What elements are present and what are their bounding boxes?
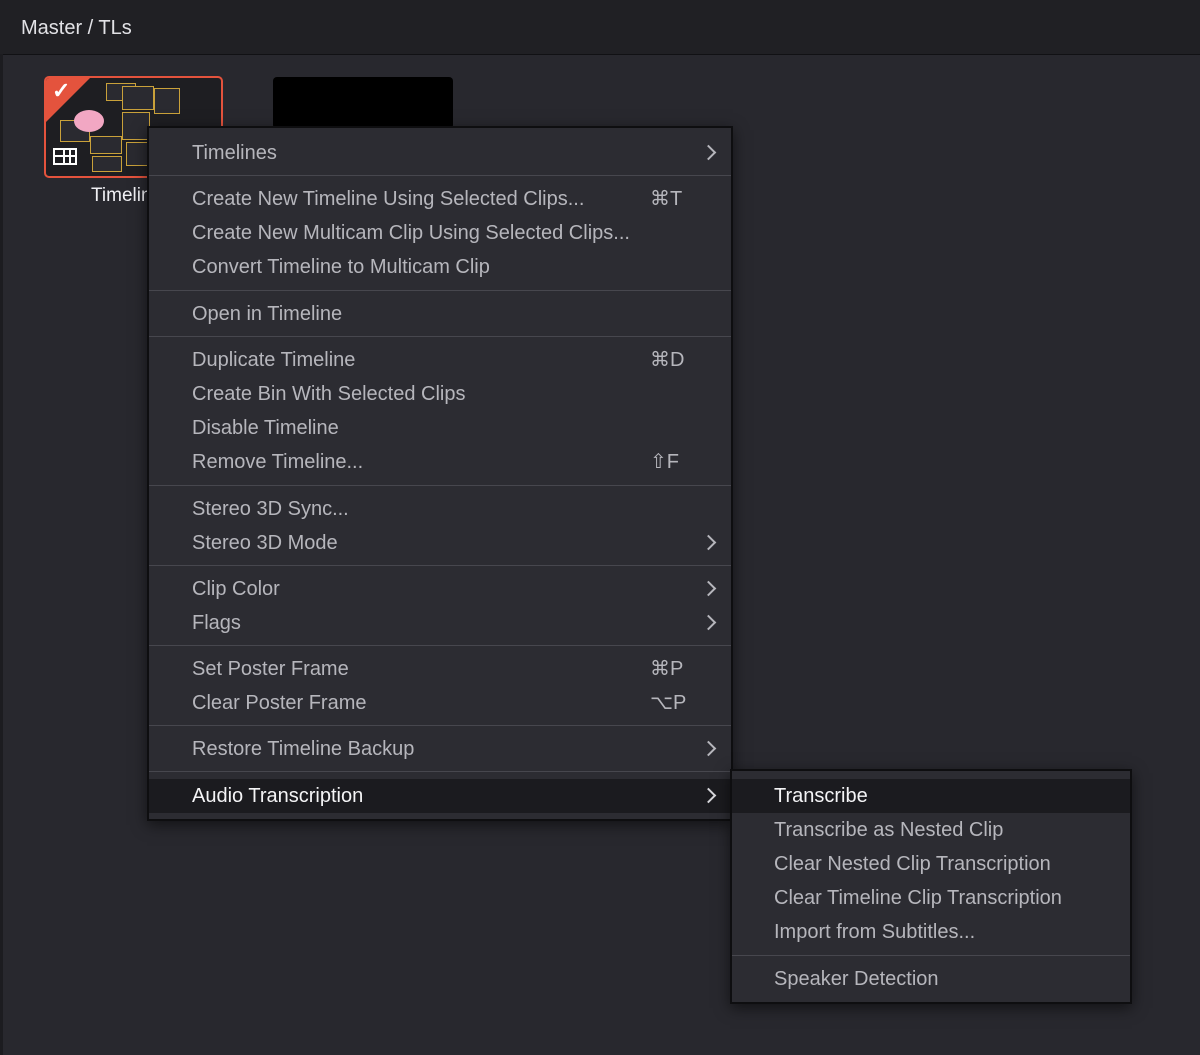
- menu-item-label: Create Bin With Selected Clips: [192, 383, 466, 405]
- thumbnail-node: [92, 156, 122, 172]
- menu-separator: [149, 645, 731, 646]
- thumbnail-node: [122, 86, 154, 110]
- menu-item-label: Create New Timeline Using Selected Clips…: [192, 188, 585, 210]
- timeline-icon: [53, 148, 77, 165]
- menu-separator: [149, 771, 731, 772]
- submenu-item-speaker-detection[interactable]: Speaker Detection: [732, 962, 1130, 996]
- menu-item-remove-timeline[interactable]: Remove Timeline... ⇧F: [149, 445, 731, 479]
- menu-separator: [149, 336, 731, 337]
- menu-item-label: Flags: [192, 612, 241, 634]
- menu-item-create-multicam[interactable]: Create New Multicam Clip Using Selected …: [149, 216, 731, 250]
- menu-item-label: Restore Timeline Backup: [192, 738, 415, 760]
- thumbnail-node: [154, 88, 180, 114]
- submenu-item-clear-nested[interactable]: Clear Nested Clip Transcription: [732, 847, 1130, 881]
- chevron-right-icon: [700, 534, 717, 551]
- menu-separator: [149, 565, 731, 566]
- menu-item-label: Import from Subtitles...: [774, 921, 976, 943]
- clip-thumbnail[interactable]: [273, 77, 453, 129]
- menu-item-set-poster-frame[interactable]: Set Poster Frame ⌘P: [149, 652, 731, 686]
- menu-item-label: Clear Poster Frame: [192, 692, 367, 714]
- thumbnail-node: [122, 112, 150, 140]
- menu-shortcut: ⌘T: [650, 188, 683, 210]
- menu-item-label: Set Poster Frame: [192, 658, 349, 680]
- clip-label[interactable]: Timelin: [91, 185, 152, 207]
- menu-item-disable-timeline[interactable]: Disable Timeline: [149, 411, 731, 445]
- menu-item-label: Convert Timeline to Multicam Clip: [192, 256, 490, 278]
- menu-shortcut: ⇧F: [650, 451, 679, 473]
- menu-item-label: Open in Timeline: [192, 303, 343, 325]
- chevron-right-icon: [700, 740, 717, 757]
- context-menu: Timelines Create New Timeline Using Sele…: [147, 126, 733, 821]
- menu-item-duplicate-timeline[interactable]: Duplicate Timeline ⌘D: [149, 343, 731, 377]
- menu-item-clear-poster-frame[interactable]: Clear Poster Frame ⌥P: [149, 686, 731, 720]
- menu-separator: [149, 725, 731, 726]
- chevron-right-icon: [700, 580, 717, 597]
- menu-item-label: Audio Transcription: [192, 785, 364, 807]
- menu-item-label: Remove Timeline...: [192, 451, 364, 473]
- thumbnail-node: [90, 136, 122, 154]
- panel-edge: [0, 54, 3, 1055]
- menu-separator: [732, 955, 1130, 956]
- menu-separator: [149, 485, 731, 486]
- menu-item-restore-backup[interactable]: Restore Timeline Backup: [149, 732, 731, 766]
- menu-item-label: Clip Color: [192, 578, 280, 600]
- menu-shortcut: ⌘D: [650, 349, 685, 371]
- submenu-item-clear-timeline-clip[interactable]: Clear Timeline Clip Transcription: [732, 881, 1130, 915]
- menu-separator: [149, 290, 731, 291]
- chevron-right-icon: [700, 144, 717, 161]
- menu-item-stereo-3d-mode[interactable]: Stereo 3D Mode: [149, 526, 731, 560]
- menu-item-label: Speaker Detection: [774, 968, 939, 990]
- checkmark-icon: ✓: [52, 78, 71, 103]
- menu-item-create-new-timeline[interactable]: Create New Timeline Using Selected Clips…: [149, 182, 731, 216]
- audio-transcription-submenu: Transcribe Transcribe as Nested Clip Cle…: [730, 769, 1132, 1004]
- menu-item-label: Create New Multicam Clip Using Selected …: [192, 222, 630, 244]
- menu-item-label: Clear Timeline Clip Transcription: [774, 887, 1062, 909]
- menu-item-open-in-timeline[interactable]: Open in Timeline: [149, 297, 731, 331]
- breadcrumb[interactable]: Master / TLs: [21, 17, 132, 40]
- chevron-right-icon: [700, 787, 717, 804]
- submenu-item-transcribe[interactable]: Transcribe: [732, 779, 1130, 813]
- menu-item-label: Disable Timeline: [192, 417, 339, 439]
- menu-item-label: Transcribe: [774, 785, 868, 807]
- menu-item-flags[interactable]: Flags: [149, 606, 731, 640]
- top-bar: Master / TLs: [0, 0, 1200, 55]
- menu-separator: [149, 175, 731, 176]
- menu-item-label: Duplicate Timeline: [192, 349, 356, 371]
- menu-shortcut: ⌘P: [650, 658, 684, 680]
- menu-item-audio-transcription[interactable]: Audio Transcription: [149, 779, 731, 813]
- chevron-right-icon: [700, 614, 717, 631]
- submenu-item-transcribe-nested[interactable]: Transcribe as Nested Clip: [732, 813, 1130, 847]
- menu-item-stereo-3d-sync[interactable]: Stereo 3D Sync...: [149, 492, 731, 526]
- menu-item-clip-color[interactable]: Clip Color: [149, 572, 731, 606]
- menu-item-label: Transcribe as Nested Clip: [774, 819, 1004, 841]
- menu-shortcut: ⌥P: [650, 692, 687, 714]
- submenu-item-import-subtitles[interactable]: Import from Subtitles...: [732, 915, 1130, 949]
- menu-item-label: Stereo 3D Sync...: [192, 498, 349, 520]
- menu-item-label: Stereo 3D Mode: [192, 532, 338, 554]
- menu-item-create-bin[interactable]: Create Bin With Selected Clips: [149, 377, 731, 411]
- menu-item-label: Clear Nested Clip Transcription: [774, 853, 1051, 875]
- menu-item-label: Timelines: [192, 142, 277, 164]
- menu-item-convert-multicam[interactable]: Convert Timeline to Multicam Clip: [149, 250, 731, 284]
- menu-item-timelines[interactable]: Timelines: [149, 136, 731, 170]
